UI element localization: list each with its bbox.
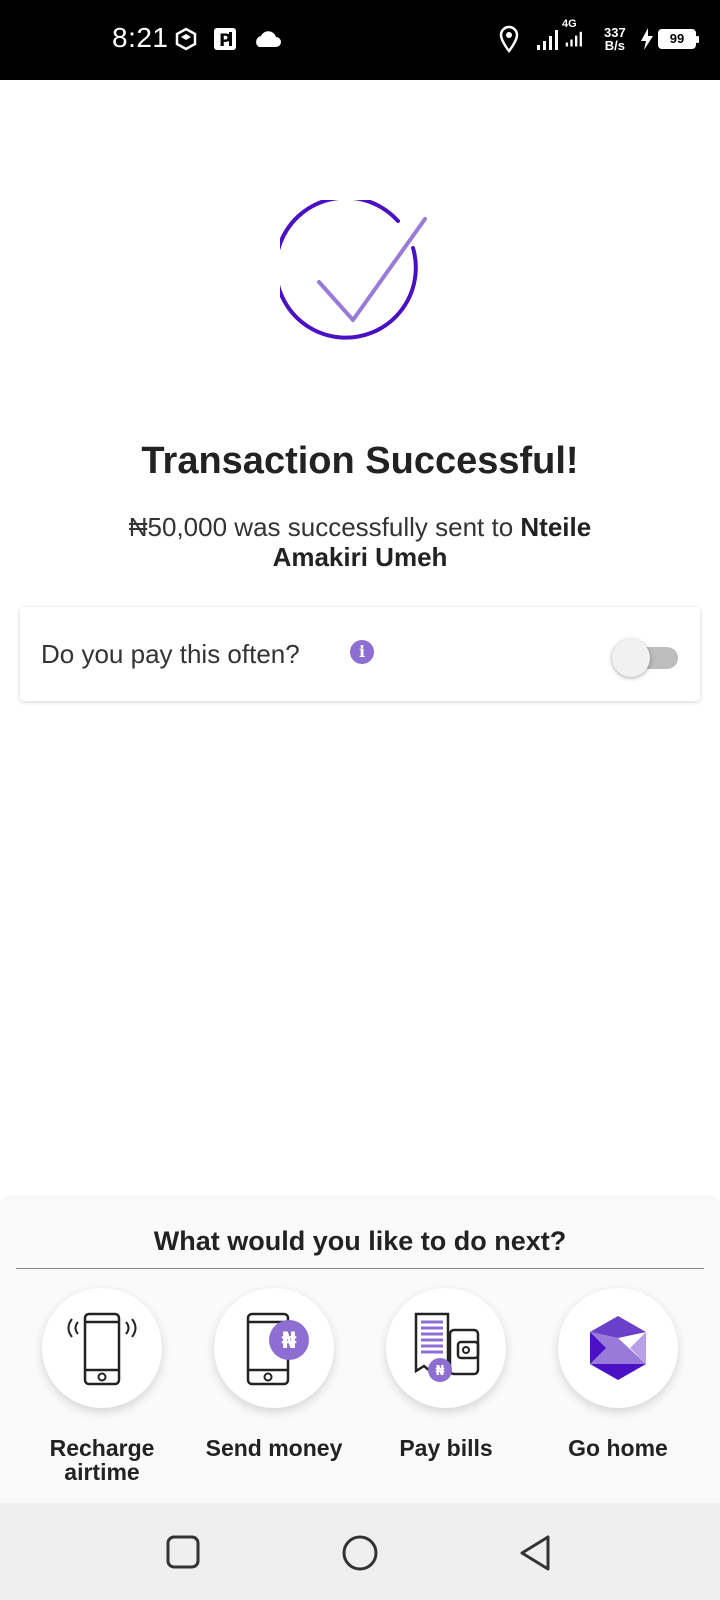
bill-wallet-icon: ₦	[414, 1312, 480, 1382]
recurring-toggle[interactable]	[612, 639, 680, 677]
home-icon[interactable]	[340, 1533, 380, 1573]
network-speed: 337 B/s	[604, 25, 626, 53]
send-money-label: Send money	[205, 1435, 343, 1461]
toggle-thumb	[612, 639, 650, 677]
signal-4g-icon: 4G	[562, 18, 588, 48]
success-message: ₦50,000 was successfully sent to Nteile …	[90, 512, 630, 572]
parking-icon: P	[212, 24, 238, 54]
send-money-circle[interactable]: ₦	[214, 1288, 334, 1408]
charging-icon	[640, 24, 654, 54]
app-icon	[174, 24, 198, 54]
recharge-airtime-label: Recharge airtime	[49, 1435, 155, 1485]
battery-icon: 99	[658, 24, 699, 54]
send-money-icon: ₦	[246, 1312, 309, 1386]
send-money-button[interactable]: ₦ Send money	[199, 1288, 349, 1460]
pay-bills-button[interactable]: ₦ Pay bills	[371, 1288, 521, 1460]
back-icon[interactable]	[516, 1533, 556, 1573]
system-nav-bar	[0, 1503, 720, 1600]
recharge-airtime-button[interactable]: Recharge airtime	[27, 1288, 177, 1484]
info-icon[interactable]: i	[350, 640, 374, 664]
status-time: 8:21	[112, 22, 169, 53]
next-actions-title: What would you like to do next?	[153, 1226, 567, 1256]
success-message-text: ₦50,000 was successfully sent to	[128, 512, 521, 542]
recurring-label: Do you pay this often?	[41, 639, 300, 669]
pay-bills-circle[interactable]: ₦	[386, 1288, 506, 1408]
svg-text:₦: ₦	[435, 1364, 444, 1379]
status-bar: 8:21 P 4G 337 B/s 99	[0, 0, 720, 80]
success-title: Transaction Successful!	[141, 440, 579, 482]
cloud-icon	[252, 24, 282, 54]
go-home-button[interactable]: Go home	[543, 1288, 693, 1460]
go-home-circle[interactable]	[558, 1288, 678, 1408]
pay-bills-label: Pay bills	[399, 1435, 493, 1461]
recurring-payment-card: Do you pay this often? i	[20, 607, 700, 701]
divider	[16, 1268, 704, 1269]
phone-ringing-icon	[67, 1312, 137, 1386]
recharge-airtime-circle[interactable]	[42, 1288, 162, 1408]
location-icon	[498, 24, 520, 54]
success-check-icon	[273, 195, 430, 350]
go-home-label: Go home	[568, 1435, 668, 1461]
svg-text:₦: ₦	[281, 1329, 296, 1354]
signal-icon	[536, 24, 560, 54]
next-actions-panel: What would you like to do next? Recharge…	[0, 1198, 720, 1503]
recent-apps-icon[interactable]	[164, 1533, 204, 1573]
home-logo-icon	[590, 1316, 646, 1380]
